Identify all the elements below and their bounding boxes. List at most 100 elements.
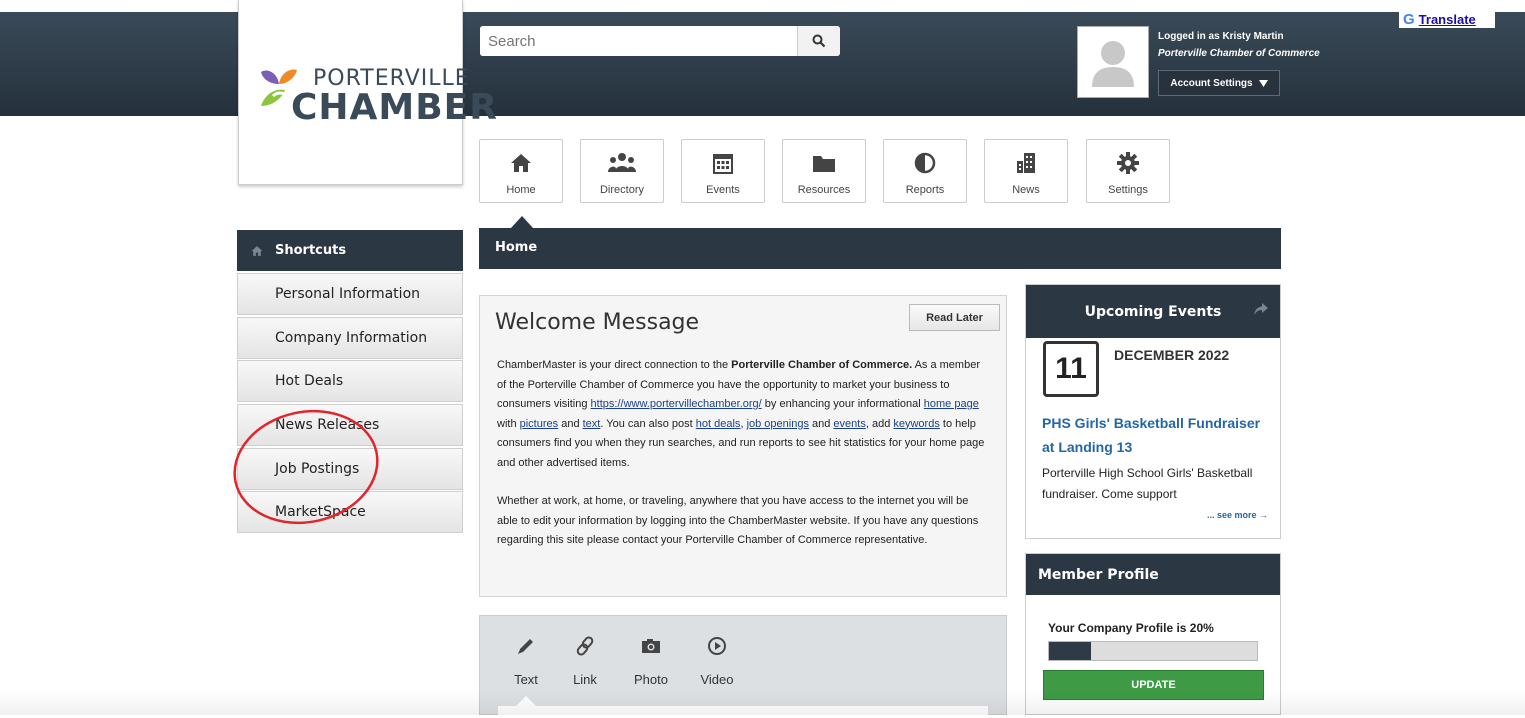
post-tab-video[interactable]: Video xyxy=(692,632,742,687)
shortcut-company-information[interactable]: Company Information xyxy=(237,317,463,359)
event-month-year: DECEMBER 2022 xyxy=(1114,347,1230,363)
google-g-icon: G xyxy=(1403,10,1415,28)
nav-events-label: Events xyxy=(706,184,740,196)
keywords-link[interactable]: keywords xyxy=(893,418,939,430)
share-arrow-icon[interactable] xyxy=(1254,303,1268,315)
logo-panel[interactable]: PORTERVILLE CHAMBER xyxy=(238,0,497,185)
shortcut-label: Personal Information xyxy=(275,286,421,302)
google-translate-widget[interactable]: G Translate xyxy=(1399,10,1495,28)
logo-wordmark: PORTERVILLE CHAMBER xyxy=(291,68,498,126)
shortcut-hot-deals[interactable]: Hot Deals xyxy=(237,360,463,402)
text-link[interactable]: text xyxy=(583,418,601,430)
text-span: and xyxy=(558,417,583,430)
logo-line2: CHAMBER xyxy=(291,87,498,128)
news-icon xyxy=(1017,153,1035,173)
home-section-title: Home xyxy=(495,240,538,255)
member-profile-panel: Member Profile Your Company Profile is 2… xyxy=(1025,553,1281,715)
camera-icon xyxy=(642,639,660,653)
user-avatar[interactable] xyxy=(1077,26,1149,98)
hot-deals-link[interactable]: hot deals xyxy=(696,418,741,430)
annotation-circle xyxy=(233,409,379,525)
text-span: and xyxy=(808,417,834,430)
nav-news[interactable]: News xyxy=(984,139,1068,203)
search-button[interactable] xyxy=(797,26,840,56)
nav-resources-label: Resources xyxy=(797,184,851,196)
nav-reports-label: Reports xyxy=(905,184,945,196)
user-info: Logged in as Kristy Martin Porterville C… xyxy=(1158,31,1320,65)
events-link[interactable]: events xyxy=(833,418,865,430)
see-more-link[interactable]: ... see more → xyxy=(1207,510,1268,520)
post-tab-label: Video xyxy=(700,672,734,687)
event-title-link[interactable]: PHS Girls' Basketball Fundraiser at Land… xyxy=(1042,411,1272,459)
nav-directory-label: Directory xyxy=(599,184,644,196)
home-section-header: Home xyxy=(479,228,1281,269)
upcoming-events-panel: Upcoming Events 11 DECEMBER 2022 PHS Gir… xyxy=(1025,284,1281,539)
shortcuts-header: Shortcuts xyxy=(237,230,463,271)
website-link[interactable]: https://www.portervillechamber.org/ xyxy=(591,398,762,410)
text-span: . You can also post xyxy=(600,417,696,430)
account-settings-label: Account Settings xyxy=(1170,77,1253,89)
update-profile-button[interactable]: UPDATE xyxy=(1043,670,1264,700)
welcome-paragraph-2: Whether at work, at home, or traveling, … xyxy=(497,495,979,546)
gear-icon xyxy=(1117,152,1139,174)
nav-directory[interactable]: Directory xyxy=(580,139,664,203)
post-text-area[interactable] xyxy=(498,706,988,718)
home-page-link[interactable]: home page xyxy=(924,398,979,410)
post-tab-text[interactable]: Text xyxy=(501,632,551,687)
nav-news-label: News xyxy=(1012,184,1040,196)
link-icon xyxy=(576,636,594,656)
org-name: Porterville Chamber of Commerce. xyxy=(731,359,913,371)
event-description: Porterville High School Girls' Basketbal… xyxy=(1042,466,1253,501)
job-openings-link[interactable]: job openings xyxy=(747,418,809,430)
post-tab-label: Text xyxy=(514,672,538,687)
search-input[interactable] xyxy=(480,26,790,56)
upcoming-events-title: Upcoming Events xyxy=(1084,303,1222,320)
read-later-button[interactable]: Read Later xyxy=(909,304,1000,331)
logged-in-label: Logged in as Kristy Martin xyxy=(1158,31,1284,42)
member-profile-header: Member Profile xyxy=(1026,554,1280,595)
nav-reports[interactable]: Reports xyxy=(883,139,967,203)
search-icon xyxy=(812,34,826,48)
nav-settings-label: Settings xyxy=(1108,184,1148,196)
pencil-icon xyxy=(518,639,533,654)
shortcuts-title: Shortcuts xyxy=(275,243,347,258)
post-tab-label: Link xyxy=(573,672,597,687)
home-icon xyxy=(511,154,531,172)
text-span: ChamberMaster is your direct connection … xyxy=(497,359,732,371)
profile-progress-fill xyxy=(1049,642,1091,660)
post-tab-link[interactable]: Link xyxy=(560,632,610,687)
user-organization: Porterville Chamber of Commerce xyxy=(1158,48,1320,59)
active-tab-pointer xyxy=(516,696,536,706)
nav-resources[interactable]: Resources xyxy=(782,139,866,203)
home-small-icon xyxy=(251,245,263,256)
welcome-message-panel: Welcome Message Read Later ChamberMaster… xyxy=(479,295,1007,597)
post-tab-label: Photo xyxy=(634,672,668,687)
member-profile-title: Member Profile xyxy=(1038,566,1159,583)
pie-chart-icon xyxy=(914,152,936,174)
event-day: 11 xyxy=(1043,341,1099,397)
user-silhouette-icon xyxy=(1078,27,1148,97)
directory-icon xyxy=(608,153,636,172)
upcoming-events-header: Upcoming Events xyxy=(1026,285,1280,338)
profile-completion-text: Your Company Profile is 20% xyxy=(1048,621,1214,635)
caret-down-icon xyxy=(1258,79,1268,87)
text-span: with xyxy=(497,417,520,430)
calendar-icon xyxy=(713,154,733,174)
profile-progress-bar xyxy=(1048,641,1258,661)
text-span: by enhancing your informational xyxy=(761,398,924,410)
search-bar xyxy=(480,26,840,56)
nav-settings[interactable]: Settings xyxy=(1086,139,1170,203)
folder-icon xyxy=(813,156,835,172)
post-composer: Text Link Photo Video xyxy=(479,615,1007,718)
welcome-paragraph-1: ChamberMaster is your direct connection … xyxy=(497,356,992,473)
welcome-title: Welcome Message xyxy=(495,310,700,335)
pictures-link[interactable]: pictures xyxy=(520,418,559,430)
account-settings-button[interactable]: Account Settings xyxy=(1158,70,1280,96)
post-tab-photo[interactable]: Photo xyxy=(626,632,676,687)
shortcut-personal-information[interactable]: Personal Information xyxy=(237,273,463,315)
translate-link[interactable]: Translate xyxy=(1419,12,1476,27)
nav-events[interactable]: Events xyxy=(681,139,765,203)
play-icon xyxy=(708,637,726,655)
nav-home[interactable]: Home xyxy=(479,139,563,203)
welcome-body: ChamberMaster is your direct connection … xyxy=(497,356,992,551)
